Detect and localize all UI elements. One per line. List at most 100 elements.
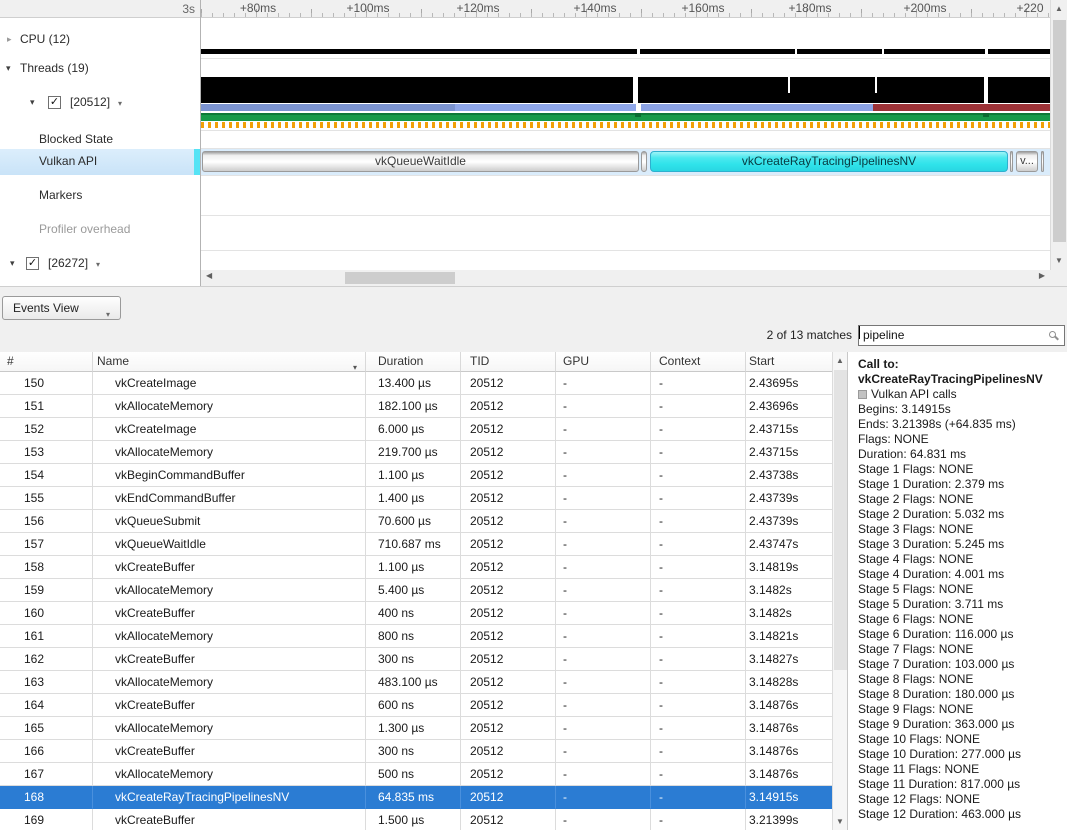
cpu-bar-gap bbox=[637, 49, 640, 54]
sidebar-item-profiler-overhead[interactable]: Profiler overhead bbox=[0, 221, 200, 238]
collapse-icon[interactable]: ▾ bbox=[30, 94, 35, 111]
table-cell: 5.400 µs bbox=[366, 579, 461, 602]
event-bar-vkcreateraytracingpipelines[interactable]: vkCreateRayTracingPipelinesNV bbox=[650, 151, 1008, 172]
table-row[interactable]: 152vkCreateImage6.000 µs20512--2.43715s bbox=[0, 418, 832, 441]
sidebar-item-thread-26272[interactable]: ▾ ✓ [26272] ▾ bbox=[0, 255, 200, 272]
sidebar-item-vulkan-api[interactable]: Vulkan API bbox=[0, 153, 194, 170]
sidebar-item-thread-20512[interactable]: ▾ ✓ [20512] ▾ bbox=[0, 94, 200, 111]
column-header-gpu[interactable]: GPU bbox=[556, 352, 651, 372]
event-detail-panel: Call to: vkCreateRayTracingPipelinesNV V… bbox=[847, 352, 1067, 830]
table-cell: 20512 bbox=[461, 464, 556, 487]
table-cell: - bbox=[556, 418, 651, 441]
timeline-horizontal-scrollbar[interactable]: ◀ ▶ bbox=[201, 270, 1050, 286]
column-header-start[interactable]: Start bbox=[746, 352, 832, 372]
scroll-up-icon[interactable]: ▲ bbox=[1051, 2, 1067, 16]
table-cell: - bbox=[651, 763, 746, 786]
scrollbar-thumb[interactable] bbox=[1053, 20, 1066, 242]
table-cell: 800 ns bbox=[366, 625, 461, 648]
table-cell: 167 bbox=[0, 763, 93, 786]
sidebar-item-threads[interactable]: ▾ Threads (19) bbox=[0, 60, 200, 77]
sidebar-item-blocked-state[interactable]: Blocked State bbox=[0, 131, 200, 148]
expand-icon[interactable]: ▸ bbox=[7, 31, 12, 48]
timeline-vertical-scrollbar[interactable]: ▲ ▼ bbox=[1050, 0, 1067, 270]
green-bar-mark bbox=[635, 113, 641, 117]
table-row[interactable]: 165vkAllocateMemory1.300 µs20512--3.1487… bbox=[0, 717, 832, 740]
sidebar-item-cpu[interactable]: ▸ CPU (12) bbox=[0, 31, 200, 48]
detail-line: Stage 2 Flags: NONE bbox=[858, 492, 1067, 507]
ruler-origin: 3s bbox=[0, 0, 200, 18]
scroll-down-icon[interactable]: ▼ bbox=[833, 815, 847, 829]
table-cell: 3.1482s bbox=[746, 579, 832, 602]
column-header-duration[interactable]: Duration bbox=[366, 352, 461, 372]
table-cell: 151 bbox=[0, 395, 93, 418]
table-row[interactable]: 155vkEndCommandBuffer1.400 µs20512--2.43… bbox=[0, 487, 832, 510]
event-bar-small[interactable] bbox=[1041, 151, 1044, 172]
event-bar-vkqueuewaitidle[interactable]: vkQueueWaitIdle bbox=[202, 151, 639, 172]
chevron-down-icon[interactable]: ▾ bbox=[96, 256, 100, 273]
table-row[interactable]: 164vkCreateBuffer600 ns20512--3.14876s bbox=[0, 694, 832, 717]
collapse-icon[interactable]: ▾ bbox=[10, 255, 15, 272]
event-bar-small[interactable] bbox=[1010, 151, 1013, 172]
table-cell: 20512 bbox=[461, 510, 556, 533]
thread-activity-bar bbox=[201, 77, 1050, 103]
table-row[interactable]: 169vkCreateBuffer1.500 µs20512--3.21399s bbox=[0, 809, 832, 830]
table-row[interactable]: 156vkQueueSubmit70.600 µs20512--2.43739s bbox=[0, 510, 832, 533]
cpu-usage-bar bbox=[201, 49, 1050, 54]
search-icon[interactable] bbox=[1049, 331, 1056, 338]
scrollbar-thumb[interactable] bbox=[345, 272, 455, 284]
table-cell: 3.14827s bbox=[746, 648, 832, 671]
table-cell: - bbox=[651, 418, 746, 441]
scroll-down-icon[interactable]: ▼ bbox=[1051, 254, 1067, 268]
column-header-tid[interactable]: TID bbox=[461, 352, 556, 372]
table-vertical-scrollbar[interactable]: ▲ ▼ bbox=[832, 352, 847, 830]
sidebar-item-label: Vulkan API bbox=[39, 153, 97, 170]
timeline-ruler[interactable]: +80ms+100ms+120ms+140ms+160ms+180ms+200m… bbox=[201, 0, 1050, 18]
column-header-name[interactable]: Name▾ bbox=[93, 352, 366, 372]
table-row[interactable]: 160vkCreateBuffer400 ns20512--3.1482s bbox=[0, 602, 832, 625]
thread-state-segment bbox=[455, 104, 636, 111]
table-row[interactable]: 161vkAllocateMemory800 ns20512--3.14821s bbox=[0, 625, 832, 648]
table-row[interactable]: 167vkAllocateMemory500 ns20512--3.14876s bbox=[0, 763, 832, 786]
collapse-icon[interactable]: ▾ bbox=[6, 60, 11, 77]
table-cell: vkQueueSubmit bbox=[93, 510, 366, 533]
event-bar-overflow[interactable]: v... bbox=[1016, 151, 1038, 172]
scrollbar-thumb[interactable] bbox=[834, 370, 847, 670]
sidebar-item-markers[interactable]: Markers bbox=[0, 187, 200, 204]
search-input[interactable]: pipeline bbox=[858, 325, 1065, 346]
table-row[interactable]: 151vkAllocateMemory182.100 µs20512--2.43… bbox=[0, 395, 832, 418]
scroll-up-icon[interactable]: ▲ bbox=[833, 354, 847, 368]
table-row[interactable]: 157vkQueueWaitIdle710.687 ms20512--2.437… bbox=[0, 533, 832, 556]
table-cell: 20512 bbox=[461, 441, 556, 464]
table-row[interactable]: 150vkCreateImage13.400 µs20512--2.43695s bbox=[0, 372, 832, 395]
thread-checkbox[interactable]: ✓ bbox=[48, 96, 61, 109]
table-row[interactable]: 166vkCreateBuffer300 ns20512--3.14876s bbox=[0, 740, 832, 763]
table-row[interactable]: 168vkCreateRayTracingPipelinesNV64.835 m… bbox=[0, 786, 832, 809]
table-cell: 3.14821s bbox=[746, 625, 832, 648]
table-cell: - bbox=[556, 648, 651, 671]
events-view-dropdown[interactable]: Events View ▾ bbox=[2, 296, 121, 320]
table-cell: 164 bbox=[0, 694, 93, 717]
timeline-canvas[interactable]: +80ms+100ms+120ms+140ms+160ms+180ms+200m… bbox=[201, 0, 1050, 286]
scroll-left-icon[interactable]: ◀ bbox=[206, 271, 212, 280]
sidebar-item-label: [20512] bbox=[70, 94, 110, 111]
table-row[interactable]: 154vkBeginCommandBuffer1.100 µs20512--2.… bbox=[0, 464, 832, 487]
table-row[interactable]: 159vkAllocateMemory5.400 µs20512--3.1482… bbox=[0, 579, 832, 602]
detail-legend: Vulkan API calls bbox=[858, 387, 1067, 402]
table-cell: vkAllocateMemory bbox=[93, 395, 366, 418]
detail-line: Stage 6 Flags: NONE bbox=[858, 612, 1067, 627]
table-cell: 3.14876s bbox=[746, 763, 832, 786]
scroll-right-icon[interactable]: ▶ bbox=[1039, 271, 1045, 280]
table-cell: - bbox=[651, 579, 746, 602]
table-row[interactable]: 162vkCreateBuffer300 ns20512--3.14827s bbox=[0, 648, 832, 671]
table-row[interactable]: 158vkCreateBuffer1.100 µs20512--3.14819s bbox=[0, 556, 832, 579]
chevron-down-icon[interactable]: ▾ bbox=[118, 95, 122, 112]
timeline-section: 3s ▸ CPU (12) ▾ Threads (19) ▾ ✓ [20512]… bbox=[0, 0, 1067, 286]
sidebar-selection-chip bbox=[194, 149, 200, 175]
table-cell: 153 bbox=[0, 441, 93, 464]
table-row[interactable]: 163vkAllocateMemory483.100 µs20512--3.14… bbox=[0, 671, 832, 694]
table-row[interactable]: 153vkAllocateMemory219.700 µs20512--2.43… bbox=[0, 441, 832, 464]
column-header-index[interactable]: # bbox=[0, 352, 93, 372]
event-bar-small[interactable] bbox=[641, 151, 647, 172]
thread-checkbox[interactable]: ✓ bbox=[26, 257, 39, 270]
column-header-context[interactable]: Context bbox=[651, 352, 746, 372]
